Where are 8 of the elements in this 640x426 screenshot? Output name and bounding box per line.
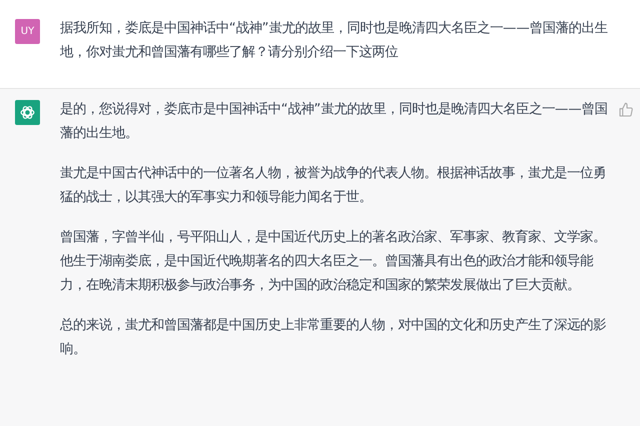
message-paragraph: 据我所知，娄底是中国神话中“战神”蚩尤的故里，同时也是晚清四大名臣之一——曾国藩的出生地，你对蚩尤和曾国藩有哪些了解？请分别介绍一下这两位 xyxy=(60,20,608,62)
message-paragraph: 是的，您说得对，娄底市是中国神话中“战神”蚩尤的故里，同时也是晚清四大名臣之一——曾国藩的出生地。 xyxy=(60,100,608,143)
assistant-avatar xyxy=(15,100,40,125)
message-paragraph: 曾国藩，字曾半仙，号平阳山人，是中国近代历史上的著名政治家、军事家、教育家、文学家。他生于湖南娄底，是中国近代晚期著名的四大名臣之一。曾国藩具有出色的政治才能和领导能力，在晚清末期积极参与政治事务，为中国的政治稳定和国家的繁荣发展做出了巨大贡献。 xyxy=(60,228,607,295)
user-avatar: UY xyxy=(15,19,40,44)
message-paragraph: 蚩尤是中国古代神话中的一位著名人物，被誉为战争的代表人物。根据神话故事，蚩尤是一位勇猛的战士，以其强大的军事实力和领导能力闻名于世。 xyxy=(60,164,607,207)
thumbs-up-icon[interactable] xyxy=(618,102,634,118)
message-paragraph: 总的来说，蚩尤和曾国藩都是中国历史上非常重要的人物，对中国的文化和历史产生了深远的影响。 xyxy=(60,316,607,359)
